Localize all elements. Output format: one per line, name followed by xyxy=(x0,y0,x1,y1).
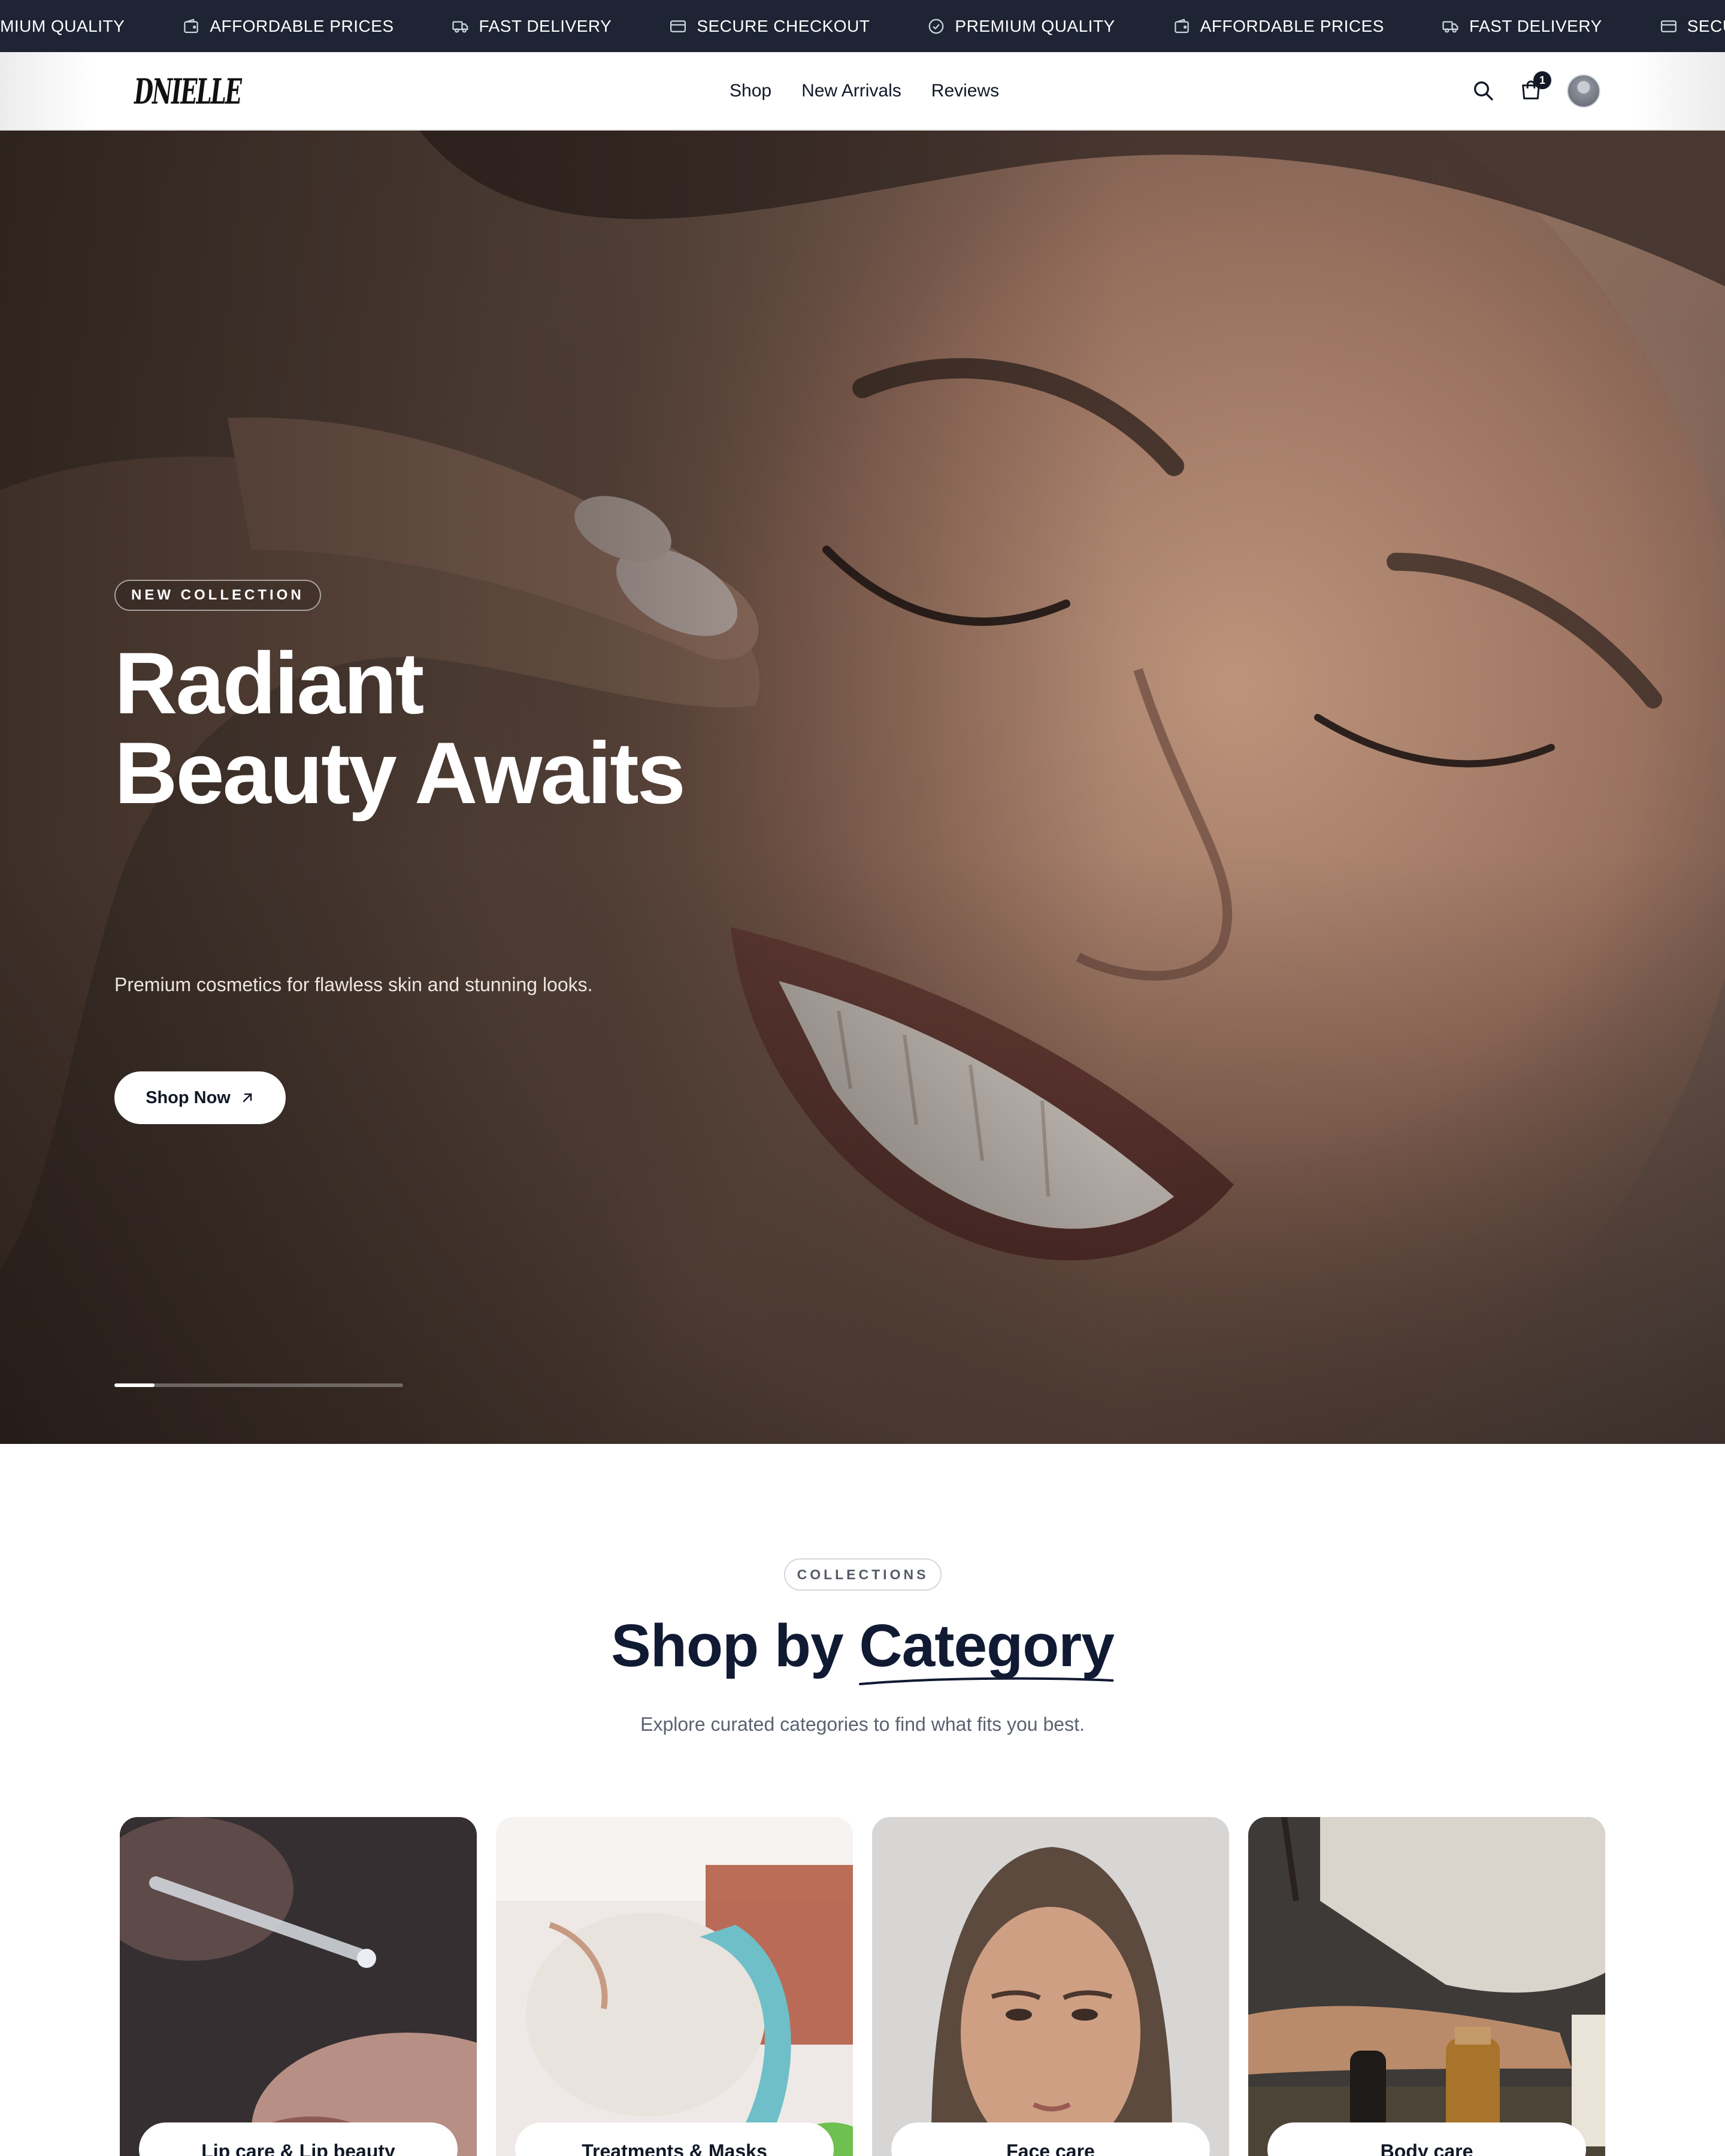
wallet-icon xyxy=(182,17,210,35)
category-card-body-care[interactable]: Body care xyxy=(1248,1817,1605,2156)
marquee-label: SECURE CHECKOUT xyxy=(1687,16,1725,35)
nav-link-shop[interactable]: Shop xyxy=(730,81,771,101)
marquee-item: AFFORDABLE PRICES xyxy=(182,17,394,36)
hero-title-line-2: Beauty Awaits xyxy=(114,724,686,822)
collections-badge: COLLECTIONS xyxy=(784,1558,942,1591)
category-image xyxy=(872,1817,1229,2156)
category-label: Treatments & Masks xyxy=(515,2122,834,2156)
section-title-accent-text: Category xyxy=(859,1612,1114,1679)
marquee-label: FAST DELIVERY xyxy=(479,16,612,35)
brand-logo[interactable]: DNIELLE xyxy=(132,70,243,113)
hero-title-line-1: Radiant xyxy=(114,634,424,732)
shop-now-button[interactable]: Shop Now xyxy=(114,1071,286,1124)
hero-title: Radiant Beauty Awaits xyxy=(114,638,893,818)
site-header: DNIELLE Shop New Arrivals Reviews 1 xyxy=(0,52,1725,131)
section-subtitle: Explore curated categories to find what … xyxy=(640,1713,1085,1735)
marquee-track: PREMIUM QUALITY AFFORDABLE PRICES FAST DEL… xyxy=(0,0,1725,52)
marquee-item: SECURE CHECKOUT xyxy=(669,17,870,36)
nav-link-new-arrivals[interactable]: New Arrivals xyxy=(801,81,901,101)
nav-link-reviews[interactable]: Reviews xyxy=(931,81,999,101)
check-circle-icon xyxy=(927,17,955,35)
marquee-label: PREMIUM QUALITY xyxy=(955,16,1115,35)
marquee-label: PREMIUM QUALITY xyxy=(0,16,125,35)
hero-slide-progress-fill xyxy=(114,1383,155,1387)
section-title: Shop by Category xyxy=(0,1612,1725,1685)
underline-swash xyxy=(859,1677,1114,1685)
hero-collection-badge: NEW COLLECTION xyxy=(114,580,321,611)
hero-subtitle: Premium cosmetics for flawless skin and … xyxy=(114,974,593,995)
avatar[interactable] xyxy=(1567,74,1600,108)
hero-banner: NEW COLLECTION Radiant Beauty Awaits Pre… xyxy=(0,131,1725,1444)
category-card-treatments[interactable]: Treatments & Masks xyxy=(496,1817,853,2156)
collections-section: COLLECTIONS Shop by Category Explore cur… xyxy=(0,1444,1725,2156)
category-image xyxy=(120,1817,477,2156)
hero-slide-progress xyxy=(114,1383,403,1387)
credit-card-icon xyxy=(669,17,697,35)
marquee-label: FAST DELIVERY xyxy=(1469,16,1602,35)
wallet-icon xyxy=(1173,17,1200,35)
marquee-item: SECURE CHECKOUT xyxy=(1660,17,1725,36)
truck-icon xyxy=(452,17,479,35)
credit-card-icon xyxy=(1660,17,1687,35)
svg-text:DNIELLE: DNIELLE xyxy=(134,71,243,112)
category-cards: Lip care & Lip beauty Treatments & Masks xyxy=(120,1817,1605,2156)
marquee-item: PREMIUM QUALITY xyxy=(927,17,1115,36)
marquee-item: FAST DELIVERY xyxy=(1442,17,1602,36)
marquee-label: AFFORDABLE PRICES xyxy=(1200,16,1384,35)
section-title-prefix: Shop by xyxy=(611,1612,843,1679)
category-card-lip-care[interactable]: Lip care & Lip beauty xyxy=(120,1817,477,2156)
truck-icon xyxy=(1442,17,1469,35)
category-label: Face care xyxy=(891,2122,1210,2156)
category-label: Body care xyxy=(1267,2122,1586,2156)
marquee-item: FAST DELIVERY xyxy=(452,17,612,36)
shop-now-label: Shop Now xyxy=(146,1088,231,1107)
announcement-marquee: PREMIUM QUALITY AFFORDABLE PRICES FAST DEL… xyxy=(0,0,1725,52)
search-icon[interactable] xyxy=(1467,75,1499,106)
marquee-label: SECURE CHECKOUT xyxy=(697,16,870,35)
marquee-item: PREMIUM QUALITY xyxy=(0,17,125,36)
category-image xyxy=(1248,1817,1605,2156)
arrow-up-right-icon xyxy=(243,1093,252,1103)
shopping-bag-icon[interactable]: 1 xyxy=(1515,71,1551,106)
section-title-accent: Category xyxy=(859,1612,1115,1685)
marquee-item: AFFORDABLE PRICES xyxy=(1173,17,1384,36)
main-nav: Shop New Arrivals Reviews xyxy=(730,52,999,129)
marquee-label: AFFORDABLE PRICES xyxy=(210,16,394,35)
category-label: Lip care & Lip beauty xyxy=(139,2122,458,2156)
category-card-face-care[interactable]: Face care xyxy=(872,1817,1229,2156)
category-image xyxy=(496,1817,853,2156)
cart-count-badge: 1 xyxy=(1533,71,1551,89)
